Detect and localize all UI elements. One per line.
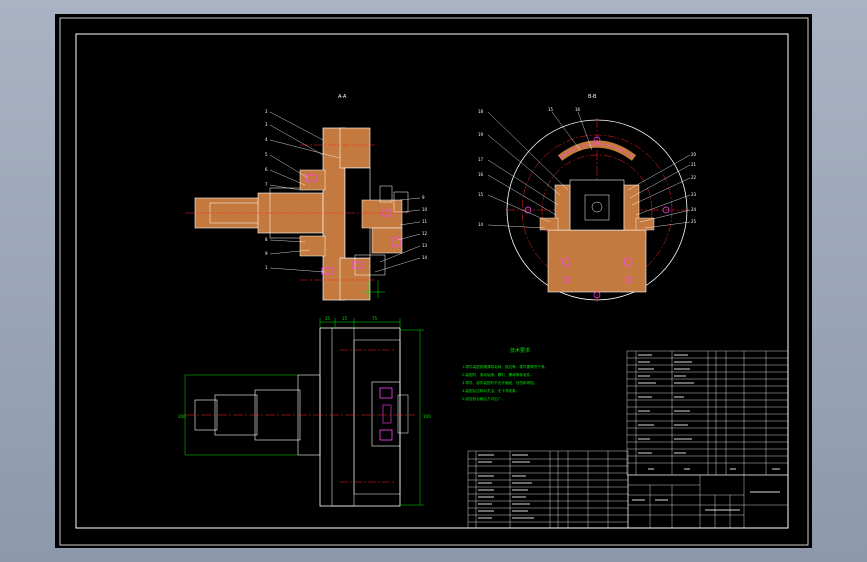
parts-list-table — [467, 350, 789, 529]
svg-text:16: 16 — [575, 107, 581, 112]
outer-border — [59, 17, 809, 546]
svg-text:25: 25 — [691, 219, 697, 224]
svg-text:21: 21 — [691, 162, 697, 167]
section-aa-label: A-A — [338, 94, 347, 100]
svg-text:6: 6 — [265, 167, 268, 172]
svg-text:16: 16 — [478, 172, 484, 177]
svg-text:22: 22 — [691, 175, 697, 180]
svg-text:5.经检验合格后方可出厂。: 5.经检验合格后方可出厂。 — [462, 396, 505, 401]
svg-text:14: 14 — [422, 255, 428, 260]
svg-text:75: 75 — [372, 316, 378, 321]
technical-requirements: 技术要求 1.零件装配前需清除毛刺、锐边等，零件需清洗干净。 2.装配时，滚动轴… — [462, 347, 548, 401]
svg-text:2.装配时，滚动轴承、螺钉、螺母等标准件。: 2.装配时，滚动轴承、螺钉、螺母等标准件。 — [462, 372, 534, 377]
svg-text:1.零件装配前需清除毛刺、锐边等，零件需清洗干净。: 1.零件装配前需清除毛刺、锐边等，零件需清洗干净。 — [462, 364, 548, 369]
svg-text:3.零件、部件装配时不允许磕碰、划伤和锈蚀。: 3.零件、部件装配时不允许磕碰、划伤和锈蚀。 — [462, 380, 537, 385]
svg-text:9: 9 — [422, 195, 425, 200]
svg-text:5: 5 — [265, 152, 268, 157]
svg-text:17: 17 — [478, 157, 484, 162]
svg-text:23: 23 — [691, 192, 697, 197]
svg-text:15: 15 — [342, 316, 348, 321]
svg-text:100: 100 — [423, 414, 431, 419]
cad-drawing: A-A 2 3 4 5 6 7 8 9 1 9 10 11 12 13 14 B… — [59, 17, 809, 546]
svg-text:15: 15 — [478, 192, 484, 197]
section-aa-view: A-A 2 3 4 5 6 7 8 9 1 9 10 11 12 13 14 — [185, 94, 428, 301]
svg-text:7: 7 — [265, 182, 268, 187]
svg-text:25: 25 — [325, 316, 331, 321]
svg-text:技术要求: 技术要求 — [510, 347, 530, 354]
inner-border — [75, 33, 789, 529]
svg-text:2: 2 — [265, 109, 268, 114]
svg-text:9: 9 — [265, 251, 268, 256]
svg-text:20: 20 — [691, 152, 697, 157]
svg-text:12: 12 — [422, 231, 428, 236]
svg-text:11: 11 — [422, 219, 428, 224]
svg-text:10: 10 — [422, 207, 428, 212]
svg-text:8: 8 — [265, 237, 268, 242]
svg-text:1: 1 — [265, 265, 268, 270]
svg-text:19: 19 — [478, 132, 484, 137]
svg-text:15: 15 — [548, 107, 554, 112]
table-text-marks — [478, 354, 780, 519]
svg-text:14: 14 — [478, 222, 484, 227]
section-bb-label: B-B — [588, 94, 597, 100]
svg-text:24: 24 — [691, 207, 697, 212]
svg-text:4.装配后应转动灵活，无卡滞现象。: 4.装配后应转动灵活，无卡滞现象。 — [462, 388, 519, 393]
svg-text:200: 200 — [178, 414, 186, 419]
svg-text:4: 4 — [265, 137, 268, 142]
svg-text:3: 3 — [265, 122, 268, 127]
svg-text:13: 13 — [422, 243, 428, 248]
section-bb-view: B-B 18 19 17 16 15 14 15 16 20 21 22 23 … — [478, 94, 697, 302]
front-view: 25 15 75 200 100 — [178, 316, 431, 507]
svg-text:18: 18 — [478, 109, 484, 114]
